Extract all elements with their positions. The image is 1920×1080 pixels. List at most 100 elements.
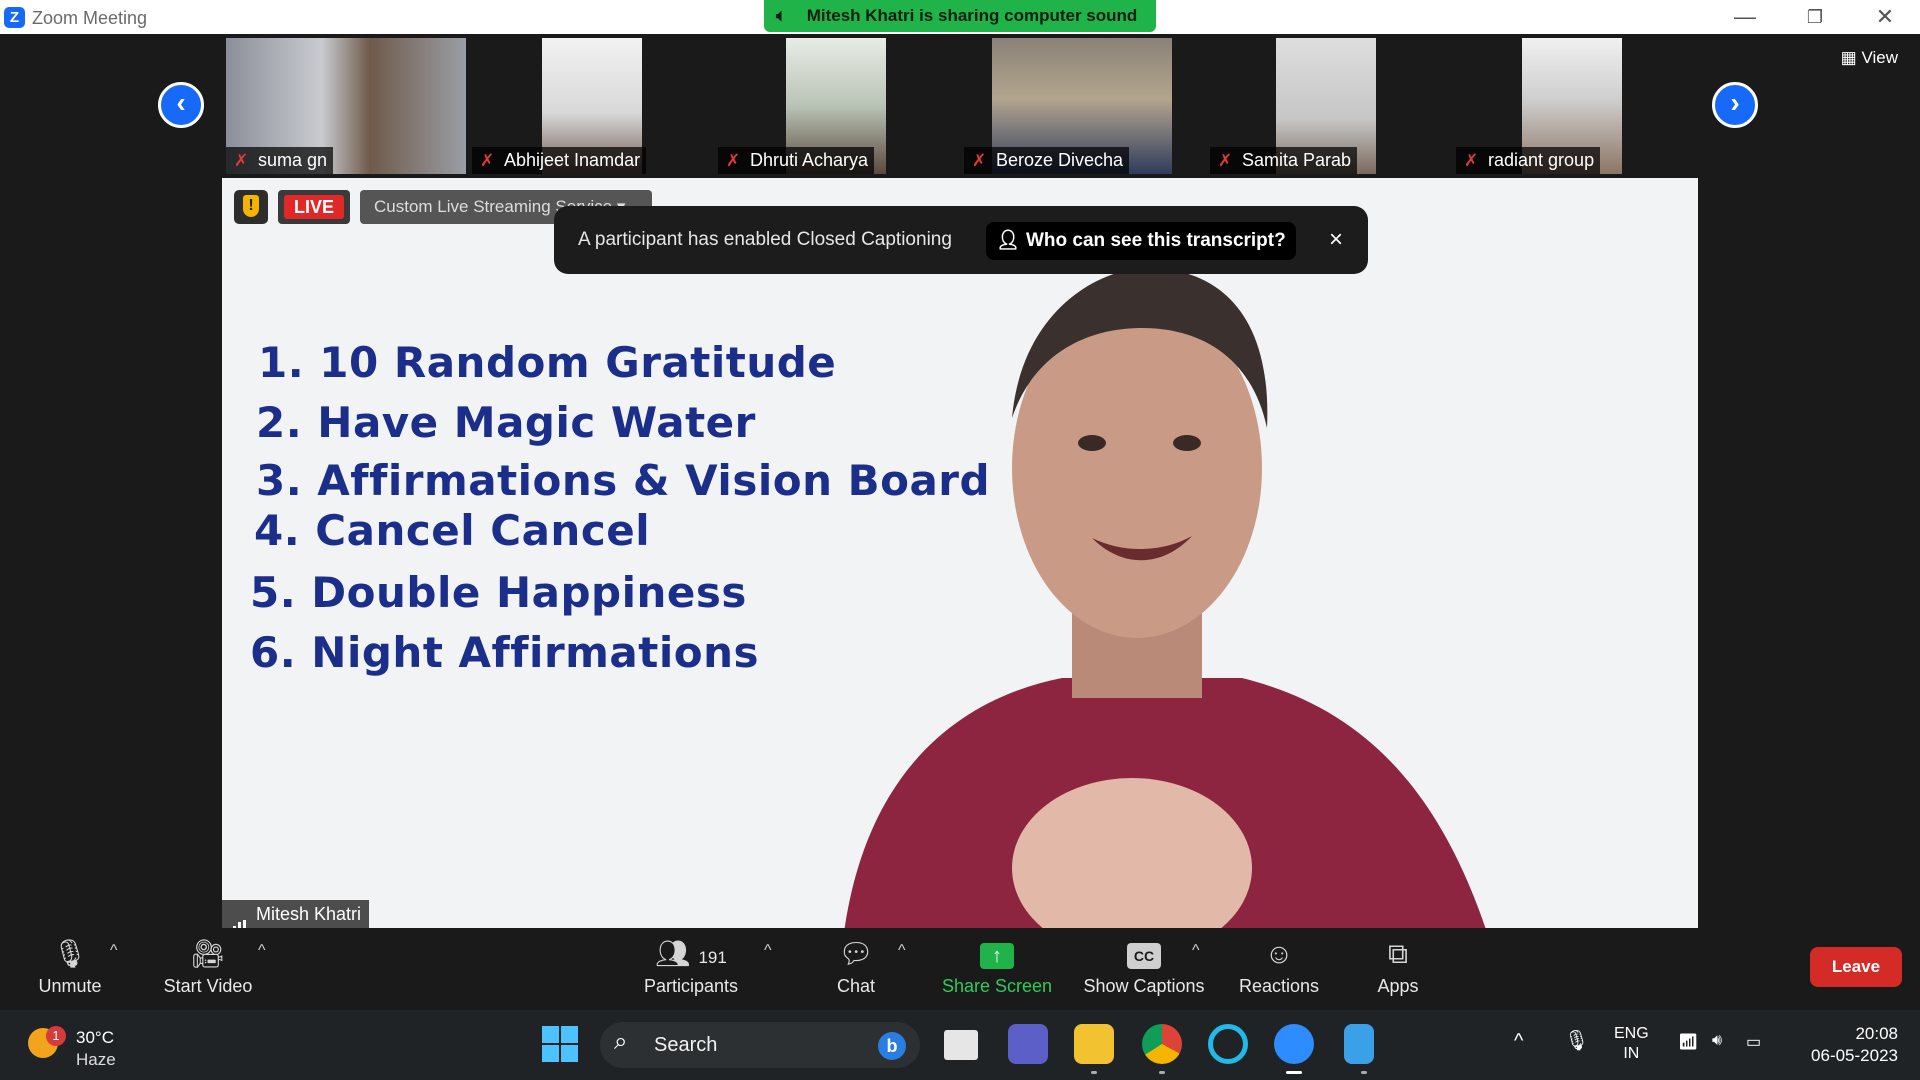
live-label: LIVE bbox=[284, 195, 344, 219]
share-screen-icon: ↑ bbox=[940, 932, 1054, 976]
slide-item: 4. Cancel Cancel bbox=[254, 506, 651, 555]
alexa-icon[interactable] bbox=[1208, 1024, 1248, 1064]
clock-time: 20:08 bbox=[1855, 1024, 1898, 1043]
taskbar-clock[interactable]: 20:08 06-05-2023 bbox=[1811, 1023, 1898, 1067]
weather-widget[interactable]: 1 30°C Haze bbox=[24, 1022, 154, 1070]
unmute-button[interactable]: 🎙︎ Unmute bbox=[30, 932, 110, 997]
file-explorer-icon[interactable] bbox=[1074, 1024, 1114, 1074]
close-notification-button[interactable]: × bbox=[1318, 222, 1354, 258]
notification-message: A participant has enabled Closed Caption… bbox=[578, 229, 952, 250]
notification-badge: 1 bbox=[46, 1026, 66, 1046]
audio-options-caret[interactable]: ^ bbox=[110, 942, 118, 960]
captions-options-caret[interactable]: ^ bbox=[1192, 942, 1200, 960]
participant-thumb[interactable]: ✗ Abhijeet Inamdar bbox=[472, 38, 712, 174]
chat-button[interactable]: 💬︎ Chat bbox=[826, 932, 886, 997]
video-off-icon: 🎥︎ bbox=[190, 938, 226, 969]
language-indicator[interactable]: ENG IN bbox=[1614, 1024, 1649, 1064]
participant-thumb[interactable]: ✗ suma gn bbox=[226, 38, 466, 174]
speaker-name-tag: Mitesh Khatri bbox=[222, 900, 370, 928]
zoom-taskbar-icon[interactable] bbox=[1274, 1024, 1314, 1074]
participant-thumb[interactable]: ✗ Dhruti Acharya bbox=[718, 38, 958, 174]
participant-thumb[interactable]: ✗ Beroze Divecha bbox=[964, 38, 1204, 174]
view-label: View bbox=[1861, 48, 1898, 67]
muted-mic-icon: ✗ bbox=[1464, 151, 1479, 170]
zoom-window: Z Zoom Meeting 🔈︎ Mitesh Khatri is shari… bbox=[0, 0, 1920, 1080]
apps-label: Apps bbox=[1377, 976, 1419, 996]
person-info-icon: 👤︎ bbox=[996, 230, 1021, 251]
apps-icon: ⧉ bbox=[1388, 938, 1408, 969]
smiley-plus-icon: ☺︎ bbox=[1264, 938, 1294, 969]
participant-thumb[interactable]: ✗ radiant group bbox=[1456, 38, 1696, 174]
slide-item: 3. Affirmations & Vision Board bbox=[256, 456, 991, 505]
teams-icon[interactable] bbox=[1008, 1024, 1048, 1064]
show-captions-label: Show Captions bbox=[1083, 976, 1205, 996]
window-title: Zoom Meeting bbox=[32, 8, 148, 28]
signal-bars-icon bbox=[228, 907, 248, 928]
participant-name: Dhruti Acharya bbox=[750, 150, 869, 170]
participants-label: Participants bbox=[643, 976, 739, 996]
chrome-icon[interactable] bbox=[1142, 1024, 1182, 1074]
sharing-sound-banner[interactable]: 🔈︎ Mitesh Khatri is sharing computer sou… bbox=[764, 0, 1156, 32]
wifi-icon[interactable]: 📶︎ bbox=[1678, 1032, 1698, 1052]
task-view-icon[interactable] bbox=[944, 1030, 978, 1060]
participant-thumb[interactable]: ✗ Samita Parab bbox=[1210, 38, 1450, 174]
show-captions-button[interactable]: CC Show Captions bbox=[1082, 932, 1206, 997]
windows-taskbar: 1 30°C Haze ⌕ Search b ^ 🎙︎ ENG IN 📶︎ 🔊︎… bbox=[0, 1010, 1920, 1080]
speaker-icon: 🔈︎ bbox=[776, 6, 787, 25]
microphone-icon[interactable]: 🎙︎ bbox=[1564, 1028, 1589, 1053]
notepad-icon[interactable] bbox=[1344, 1024, 1374, 1074]
start-video-button[interactable]: 🎥︎ Start Video bbox=[158, 932, 258, 997]
weather-condition: Haze bbox=[76, 1050, 116, 1069]
slide-item: 6. Night Affirmations bbox=[250, 628, 760, 677]
apps-button[interactable]: ⧉ Apps bbox=[1368, 932, 1428, 997]
volume-icon[interactable]: 🔊︎ bbox=[1712, 1032, 1722, 1050]
participant-name: suma gn bbox=[258, 150, 328, 170]
close-window-button[interactable]: ✕ bbox=[1850, 0, 1920, 34]
transcript-visibility-button[interactable]: 👤︎ Who can see this transcript? bbox=[986, 222, 1296, 260]
participant-name-tag: ✗ Dhruti Acharya bbox=[718, 147, 875, 174]
transcript-visibility-label: Who can see this transcript? bbox=[1026, 230, 1286, 251]
participants-options-caret[interactable]: ^ bbox=[764, 942, 772, 960]
language-code: ENG bbox=[1614, 1025, 1649, 1042]
view-button[interactable]: ▦ View bbox=[1841, 48, 1898, 68]
previous-page-button[interactable]: ‹ bbox=[158, 82, 204, 128]
restore-button[interactable]: ❐ bbox=[1780, 0, 1850, 34]
sharing-sound-text: Mitesh Khatri is sharing computer sound bbox=[806, 6, 1138, 25]
security-shield-icon[interactable] bbox=[234, 190, 268, 224]
start-video-label: Start Video bbox=[163, 976, 253, 996]
grid-view-icon: ▦ bbox=[1840, 48, 1857, 67]
muted-microphone-icon: 🎙︎ bbox=[52, 938, 88, 969]
speaker-figure bbox=[844, 268, 1486, 928]
unmute-label: Unmute bbox=[38, 976, 102, 996]
participants-button[interactable]: 👥︎ 191 Participants bbox=[638, 932, 744, 997]
chevron-up-icon[interactable]: ^ bbox=[1514, 1030, 1523, 1053]
participant-name: radiant group bbox=[1488, 150, 1595, 170]
closed-caption-notification: A participant has enabled Closed Caption… bbox=[554, 206, 1368, 274]
start-button[interactable] bbox=[540, 1024, 580, 1064]
next-page-button[interactable]: › bbox=[1712, 82, 1758, 128]
video-options-caret[interactable]: ^ bbox=[258, 942, 266, 960]
bing-icon: b bbox=[878, 1032, 906, 1060]
minimize-button[interactable]: — bbox=[1710, 0, 1780, 34]
participant-name: Samita Parab bbox=[1242, 150, 1352, 170]
participant-name-tag: ✗ Beroze Divecha bbox=[964, 147, 1130, 174]
live-badge[interactable]: LIVE bbox=[278, 190, 350, 224]
participant-name-tag: ✗ Abhijeet Inamdar bbox=[472, 147, 647, 174]
region-code: IN bbox=[1623, 1045, 1640, 1062]
participants-icon: 👥︎ 191 bbox=[655, 938, 727, 969]
search-label: Search bbox=[654, 1034, 718, 1056]
chat-options-caret[interactable]: ^ bbox=[898, 942, 906, 960]
taskbar-search[interactable]: ⌕ Search b bbox=[600, 1022, 920, 1068]
share-screen-button[interactable]: ↑ Share Screen bbox=[940, 932, 1054, 997]
participant-name: Beroze Divecha bbox=[996, 150, 1124, 170]
temperature: 30°C bbox=[76, 1028, 114, 1047]
participant-name: Abhijeet Inamdar bbox=[504, 150, 641, 170]
slide-item: 1. 10 Random Gratitude bbox=[258, 338, 837, 387]
search-icon: ⌕ bbox=[614, 1028, 628, 1055]
reactions-button[interactable]: ☺︎ Reactions bbox=[1234, 932, 1324, 997]
battery-icon[interactable]: ▭ bbox=[1746, 1032, 1761, 1052]
clock-date: 06-05-2023 bbox=[1811, 1046, 1898, 1065]
muted-mic-icon: ✗ bbox=[726, 151, 741, 170]
participants-count: 191 bbox=[698, 948, 727, 967]
leave-button[interactable]: Leave bbox=[1810, 947, 1902, 987]
